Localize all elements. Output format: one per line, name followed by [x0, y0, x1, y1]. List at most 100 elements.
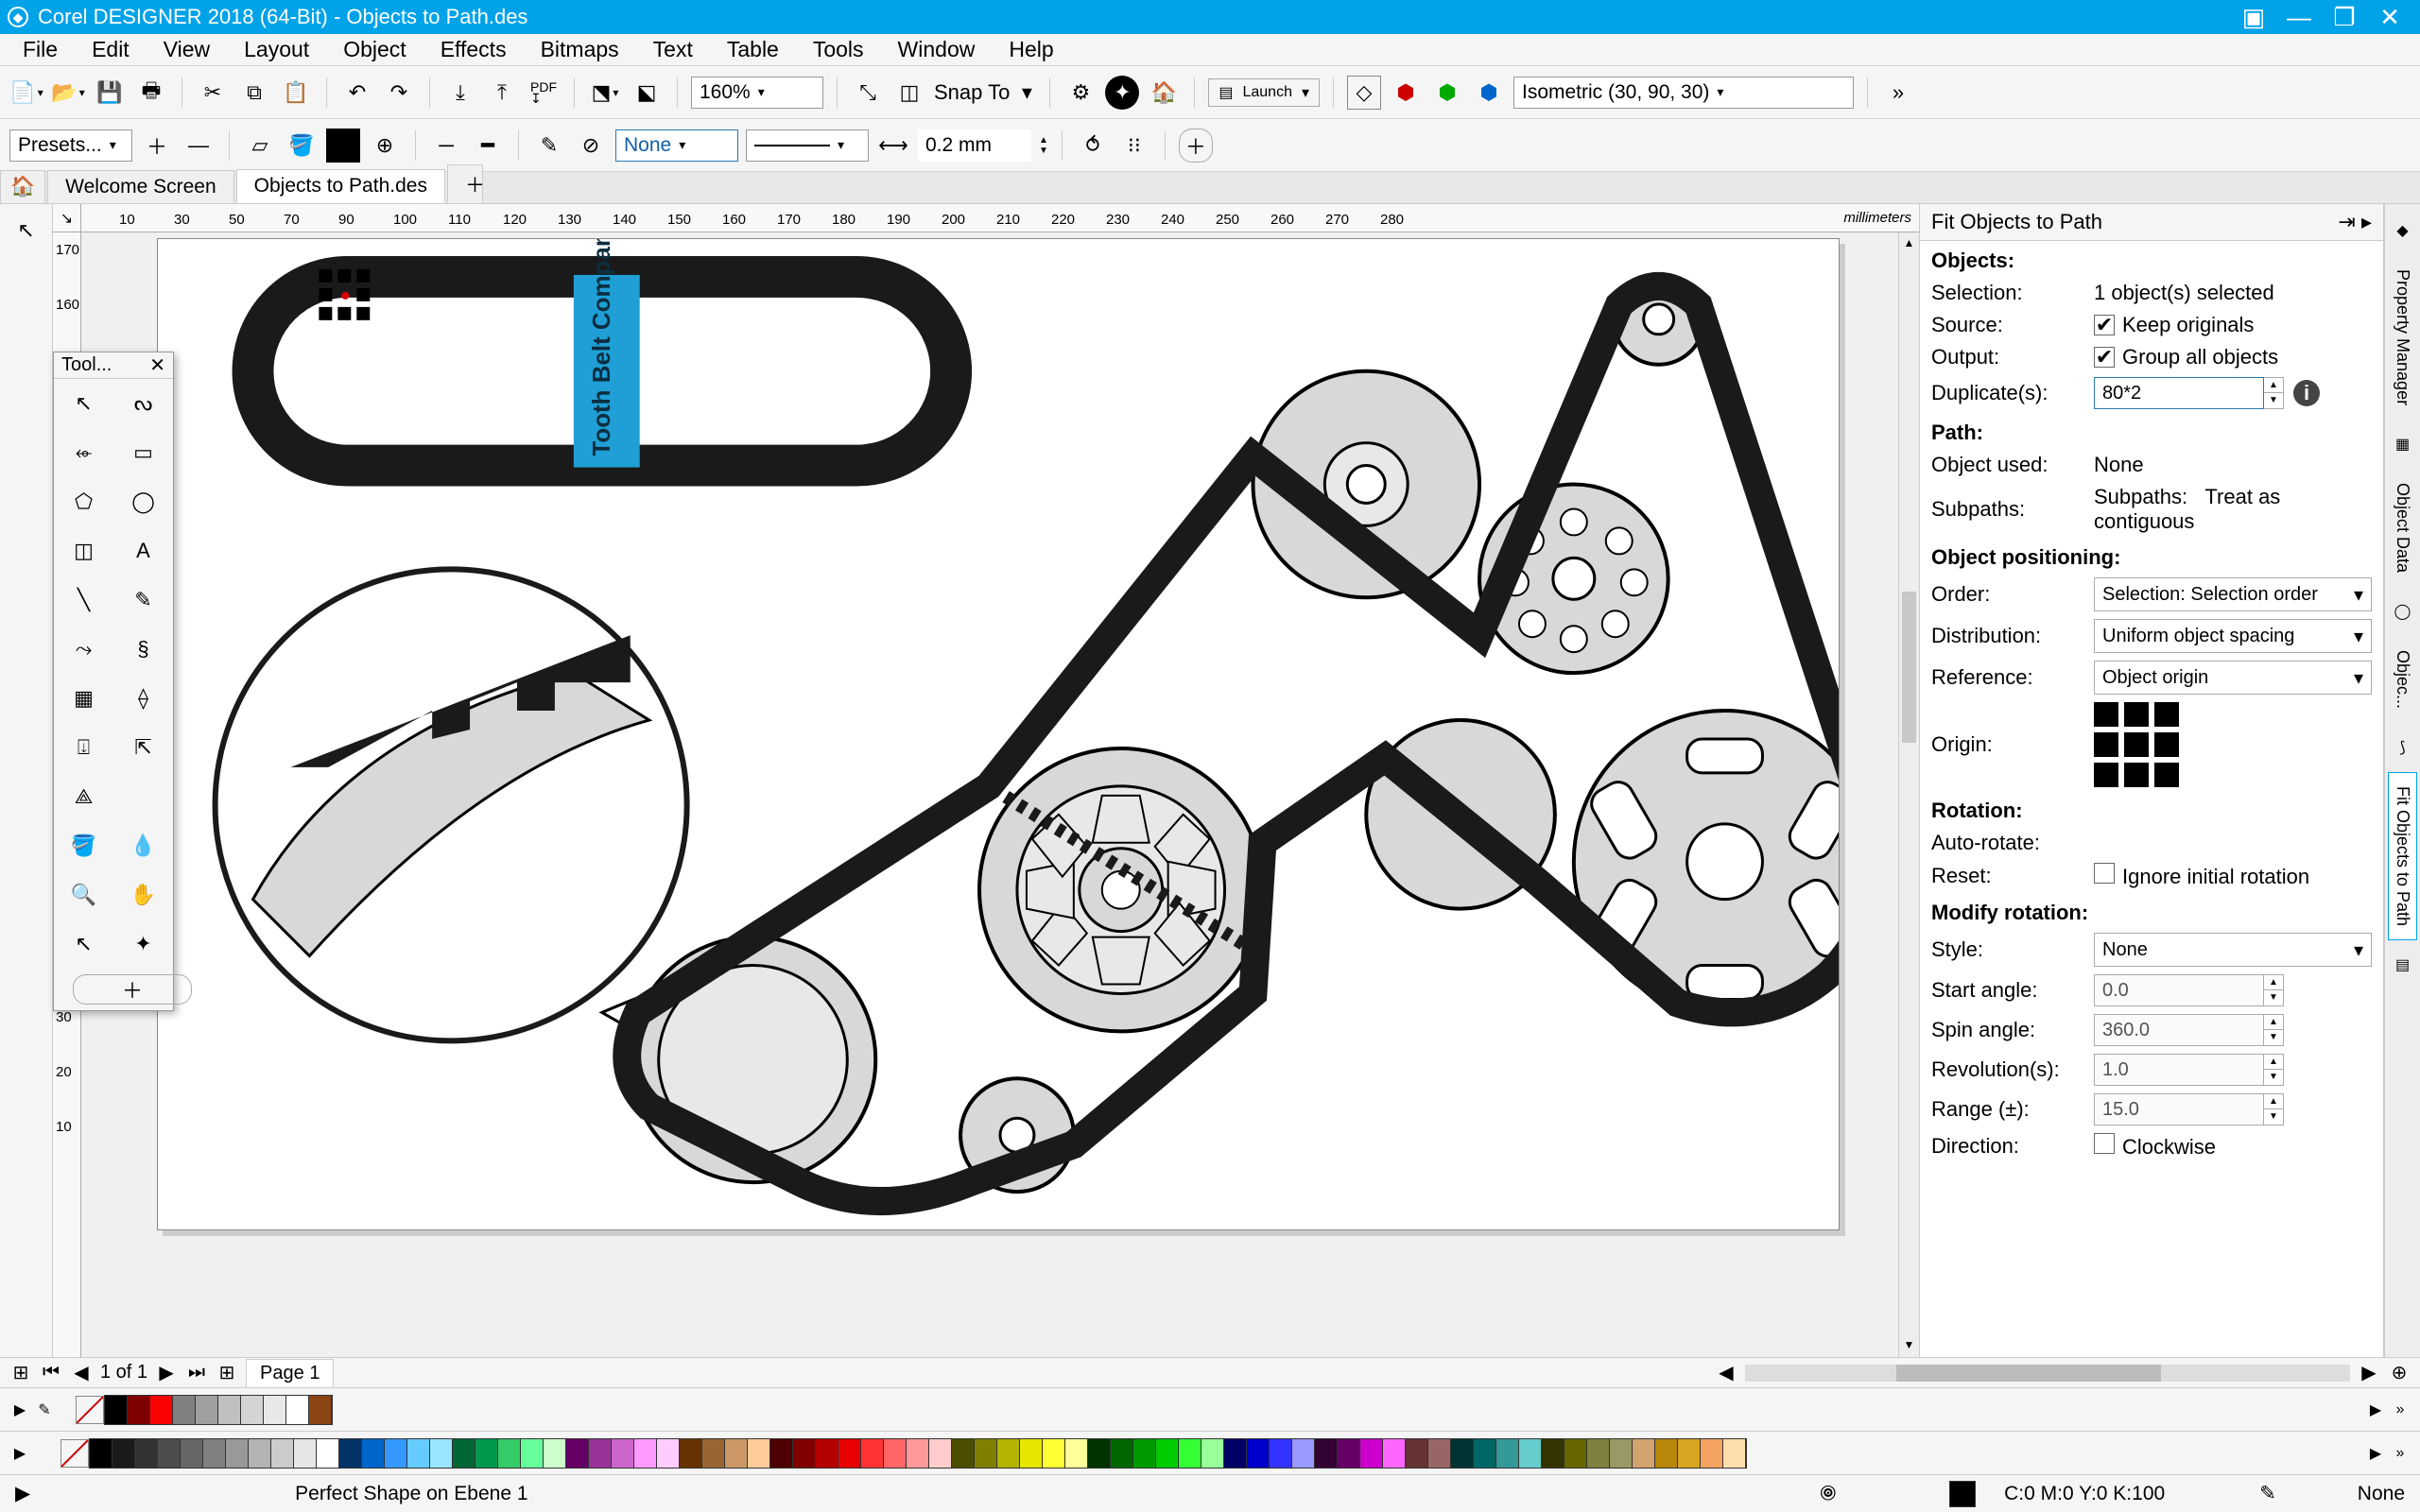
color-swatch[interactable]	[1111, 1439, 1133, 1468]
smart-fill-icon[interactable]: ✦	[113, 919, 173, 969]
callout-icon[interactable]: ⁝⁝	[1117, 129, 1151, 163]
menu-edit[interactable]: Edit	[75, 37, 147, 62]
line-thin-icon[interactable]: ─	[429, 129, 463, 163]
menu-bitmaps[interactable]: Bitmaps	[524, 37, 636, 62]
palette2-expand-icon[interactable]: »	[2388, 1439, 2412, 1468]
color-swatch[interactable]	[158, 1439, 181, 1468]
vtab-icon-4[interactable]: ⟆	[2390, 734, 2416, 761]
home-icon[interactable]: 🏠	[1147, 76, 1181, 110]
crop-tool-icon[interactable]: ▭	[113, 428, 173, 477]
eyedropper-tool-icon[interactable]: 💧	[113, 821, 173, 870]
spiral-tool-icon[interactable]: §	[113, 625, 173, 674]
pen-tool-icon[interactable]: ✎	[113, 576, 173, 625]
plane-cube1-icon[interactable]: ⬢	[1389, 76, 1423, 110]
projected-tool-icon[interactable]: ⇱	[113, 723, 173, 772]
vtab-property-manager[interactable]: Property Manager	[2388, 255, 2417, 420]
zoom-level-combo[interactable]: 160%▾	[691, 77, 823, 109]
no-color-swatch-2[interactable]	[60, 1439, 89, 1468]
close-button[interactable]: ✕	[2367, 0, 2412, 34]
quick-customize-icon[interactable]: ＋	[73, 974, 192, 1005]
undo-icon[interactable]: ↶	[340, 76, 374, 110]
page-add-icon[interactable]: ⊞	[9, 1362, 32, 1384]
page-next-icon[interactable]: ▶	[155, 1362, 178, 1384]
color-swatch[interactable]	[181, 1439, 203, 1468]
color-swatch[interactable]	[286, 1396, 309, 1424]
ignore-rotation-checkbox[interactable]	[2094, 863, 2115, 884]
tool-palette[interactable]: Tool...✕ ↖ ᔓ ⬰ ▭ ⬠ ◯ ◫ A ╲ ✎ ⤳ § ▦ ⟠ ⍗ ⇱…	[53, 352, 174, 1011]
options-icon[interactable]: ⚙	[1063, 76, 1098, 110]
color-swatch[interactable]	[173, 1396, 196, 1424]
vtab-icon-5[interactable]: ▤	[2390, 952, 2416, 978]
docker-close-icon[interactable]: ▸	[2361, 210, 2372, 233]
vtab-fit-objects[interactable]: Fit Objects to Path	[2388, 772, 2417, 940]
reference-select[interactable]: Object origin▾	[2094, 661, 2372, 695]
cut-icon[interactable]: ✂	[196, 76, 230, 110]
color-swatch[interactable]	[1633, 1439, 1655, 1468]
import-icon[interactable]: ⤓	[443, 76, 477, 110]
palette2-scroll-right-icon[interactable]: ▶	[2363, 1439, 2388, 1468]
wrap-icon[interactable]: ⥀	[1076, 129, 1110, 163]
user-icon[interactable]: ▣	[2231, 0, 2276, 34]
hscroll-right-icon[interactable]: ▶	[2358, 1362, 2380, 1384]
color-swatch[interactable]	[657, 1439, 680, 1468]
status-fill-swatch[interactable]	[1949, 1481, 1976, 1507]
color-swatch[interactable]	[339, 1439, 362, 1468]
color-swatch[interactable]	[1406, 1439, 1428, 1468]
color-swatch[interactable]	[112, 1439, 135, 1468]
corel-cloud-icon[interactable]: ✦	[1105, 76, 1139, 110]
add-button-icon[interactable]: ＋	[1179, 129, 1213, 163]
gravity-icon[interactable]: ⬔▾	[588, 76, 622, 110]
color-swatch[interactable]	[1338, 1439, 1360, 1468]
color-swatch[interactable]	[362, 1439, 385, 1468]
color-swatch[interactable]	[241, 1396, 264, 1424]
color-swatch[interactable]	[385, 1439, 407, 1468]
pan-tool-icon[interactable]: ✋	[113, 870, 173, 919]
projection-combo[interactable]: Isometric (30, 90, 30)▾	[1513, 77, 1854, 109]
color-swatch[interactable]	[748, 1439, 770, 1468]
color-swatch[interactable]	[498, 1439, 521, 1468]
color-swatch[interactable]	[884, 1439, 907, 1468]
tool-palette-close-icon[interactable]: ✕	[149, 353, 165, 377]
vtab-object-data[interactable]: Object Data	[2388, 469, 2417, 587]
paste-icon[interactable]: 📋	[279, 76, 313, 110]
color-swatch[interactable]	[702, 1439, 725, 1468]
horizontal-scrollbar[interactable]	[1745, 1365, 2350, 1382]
color-swatch[interactable]	[770, 1439, 793, 1468]
shape-tool-icon[interactable]: ⬰	[54, 428, 113, 477]
pen-icon[interactable]: ✎	[532, 129, 566, 163]
status-outline-swatch[interactable]	[2305, 1482, 2329, 1506]
color-swatch[interactable]	[407, 1439, 430, 1468]
remove-preset-icon[interactable]: —	[182, 129, 216, 163]
ellipse-tool-icon[interactable]: ◯	[113, 477, 173, 526]
plane-top-icon[interactable]: ◇	[1347, 76, 1381, 110]
table-tool-icon[interactable]: ▦	[54, 674, 113, 723]
color-swatch[interactable]	[952, 1439, 975, 1468]
color-swatch[interactable]	[975, 1439, 997, 1468]
gravity2-icon[interactable]: ⬕	[630, 76, 664, 110]
color-swatch[interactable]	[612, 1439, 634, 1468]
color-swatch[interactable]	[521, 1439, 544, 1468]
color-swatch[interactable]	[816, 1439, 838, 1468]
plane-cube2-icon[interactable]: ⬢	[1430, 76, 1464, 110]
menu-view[interactable]: View	[147, 37, 227, 62]
menu-layout[interactable]: Layout	[227, 37, 326, 62]
color-swatch[interactable]	[150, 1396, 173, 1424]
maximize-button[interactable]: ❐	[2322, 0, 2367, 34]
overflow-icon[interactable]: »	[1881, 76, 1915, 110]
color-swatch[interactable]	[1292, 1439, 1315, 1468]
line-tool-icon[interactable]: ╲	[54, 576, 113, 625]
export-icon[interactable]: ⤒	[485, 76, 519, 110]
palette-eyedrop-icon[interactable]: ✎	[32, 1396, 57, 1424]
fill-icon[interactable]: 🪣	[285, 129, 319, 163]
snap-icon-2[interactable]: ◫	[892, 76, 926, 110]
order-select[interactable]: Selection: Selection order▾	[2094, 577, 2372, 611]
color-swatch[interactable]	[725, 1439, 748, 1468]
color-swatch[interactable]	[680, 1439, 702, 1468]
color-swatch[interactable]	[929, 1439, 952, 1468]
new-icon[interactable]: 📄▾	[9, 76, 43, 110]
color-swatch[interactable]	[1701, 1439, 1723, 1468]
group-objects-checkbox[interactable]: ✔	[2094, 347, 2115, 368]
color-swatch[interactable]	[1496, 1439, 1519, 1468]
text-tool-icon[interactable]: A	[113, 526, 173, 576]
vtab-icon-2[interactable]: ▦	[2390, 431, 2416, 457]
